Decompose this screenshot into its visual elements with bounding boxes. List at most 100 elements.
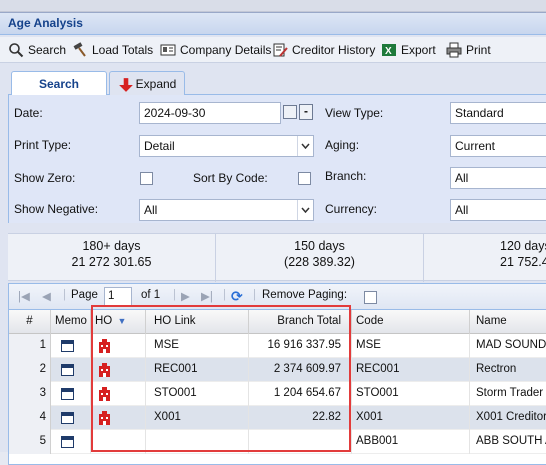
- table-row[interactable]: 5 ABB001 ABB SOUTH AF: [9, 430, 546, 454]
- head-office-icon: [99, 387, 110, 401]
- table-row[interactable]: 2 REC001 2 374 609.97 REC001 Rectron: [9, 358, 546, 382]
- memo-icon[interactable]: [61, 364, 74, 376]
- pager-separator: |: [173, 289, 176, 301]
- view-type-select[interactable]: Standard: [450, 102, 546, 124]
- show-zero-label: Show Zero:: [14, 171, 76, 185]
- refresh-icon[interactable]: ⟳: [231, 288, 243, 305]
- creditor-history-button[interactable]: Creditor History: [272, 41, 375, 59]
- memo-cell[interactable]: [51, 358, 91, 382]
- calendar-icon[interactable]: [283, 105, 297, 119]
- last-page-icon[interactable]: ▶|: [201, 289, 213, 303]
- currency-label: Currency:: [325, 202, 378, 216]
- show-zero-checkbox[interactable]: [140, 172, 153, 185]
- branch-total-cell: 22.82: [249, 406, 352, 430]
- memo-cell[interactable]: [51, 406, 91, 430]
- date-field[interactable]: 2024-09-30: [139, 102, 281, 124]
- ho-cell: [91, 382, 146, 406]
- aging-label: Aging:: [325, 138, 360, 152]
- sort-by-code-label: Sort By Code:: [193, 171, 268, 185]
- sort-desc-icon: ▼: [117, 316, 127, 326]
- currency-select[interactable]: All: [450, 199, 546, 221]
- memo-cell[interactable]: [51, 430, 91, 454]
- code-cell: ABB001: [352, 430, 470, 454]
- memo-icon[interactable]: [61, 388, 74, 400]
- column-header-code[interactable]: Code: [352, 310, 470, 334]
- branch-select[interactable]: All: [450, 167, 546, 189]
- table-row[interactable]: 4 X001 22.82 X001 X001 Creditor: [9, 406, 546, 430]
- memo-icon[interactable]: [61, 436, 74, 448]
- row-number: 1: [9, 334, 51, 358]
- panel-title: Age Analysis: [0, 13, 546, 35]
- ho-cell: [91, 334, 146, 358]
- age-analysis-panel: Age Analysis Search Load Totals Company …: [0, 12, 546, 465]
- summary-150-days: 150 days (228 389.32): [216, 234, 424, 282]
- paging-toolbar: |◀ ◀ | Page 1 of 1 | ▶ ▶| | ⟳ | Remove P…: [9, 284, 546, 310]
- pager-separator: |: [223, 289, 226, 301]
- creditor-history-button-label: Creditor History: [292, 43, 376, 57]
- first-page-icon[interactable]: |◀: [18, 289, 30, 303]
- toolbar: Search Load Totals Company Details Credi…: [0, 37, 546, 63]
- aging-select[interactable]: Current: [450, 135, 546, 157]
- clear-date-button[interactable]: -: [299, 104, 313, 120]
- page-number-input[interactable]: 1: [104, 287, 132, 306]
- remove-paging-checkbox[interactable]: [364, 291, 377, 304]
- tab-strip: Search Expand: [8, 71, 546, 95]
- tab-expand[interactable]: Expand: [109, 71, 185, 95]
- chevron-down-icon[interactable]: [297, 200, 313, 220]
- ho-link-cell: X001: [146, 406, 249, 430]
- name-cell: Rectron: [470, 358, 546, 382]
- memo-icon[interactable]: [61, 412, 74, 424]
- print-type-label: Print Type:: [14, 138, 72, 152]
- column-header-number[interactable]: #: [9, 310, 51, 334]
- column-header-branch-total[interactable]: Branch Total: [249, 310, 352, 334]
- export-button[interactable]: X Export: [381, 41, 436, 59]
- summary-label: 120 days: [500, 239, 546, 253]
- table-row[interactable]: 3 STO001 1 204 654.67 STO001 Storm Trade…: [9, 382, 546, 406]
- print-type-select[interactable]: Detail: [139, 135, 314, 157]
- branch-total-cell: [249, 430, 352, 454]
- ho-cell: [91, 406, 146, 430]
- ho-link-cell: STO001: [146, 382, 249, 406]
- summary-value: (228 389.32): [284, 255, 355, 269]
- prev-page-icon[interactable]: ◀: [42, 289, 51, 303]
- company-details-button[interactable]: Company Details: [160, 41, 271, 59]
- date-value: 2024-09-30: [144, 106, 206, 120]
- chevron-down-icon[interactable]: [297, 136, 313, 156]
- table-row[interactable]: 1 MSE 16 916 337.95 MSE MAD SOUND E: [9, 334, 546, 358]
- column-header-memo[interactable]: Memo: [51, 310, 91, 334]
- column-header-ho-link[interactable]: HO Link: [146, 310, 249, 334]
- page-number-value: 1: [108, 290, 115, 302]
- remove-paging-label: Remove Paging:: [262, 289, 348, 301]
- arrow-down-icon: [118, 77, 133, 92]
- load-totals-button[interactable]: Load Totals: [72, 41, 153, 59]
- head-office-icon: [99, 363, 110, 377]
- print-button-label: Print: [466, 43, 491, 57]
- code-cell: X001: [352, 406, 470, 430]
- name-cell: ABB SOUTH AF: [470, 430, 546, 454]
- pager-separator: |: [63, 289, 66, 301]
- show-negative-select[interactable]: All: [139, 199, 314, 221]
- printer-icon: [446, 42, 462, 58]
- branch-value: All: [455, 171, 469, 185]
- company-details-button-label: Company Details: [180, 43, 272, 57]
- branch-label: Branch:: [325, 169, 367, 183]
- code-cell: REC001: [352, 358, 470, 382]
- branch-total-cell: 16 916 337.95: [249, 334, 352, 358]
- page-label: Page: [71, 289, 98, 301]
- tab-search[interactable]: Search: [11, 71, 107, 95]
- memo-cell[interactable]: [51, 382, 91, 406]
- column-header-ho[interactable]: HO ▼: [91, 310, 146, 334]
- search-button[interactable]: Search: [8, 41, 66, 59]
- print-button[interactable]: Print: [446, 41, 491, 59]
- memo-icon[interactable]: [61, 340, 74, 352]
- print-type-value: Detail: [144, 139, 175, 153]
- next-page-icon[interactable]: ▶: [181, 289, 190, 303]
- svg-text:X: X: [385, 46, 392, 57]
- ho-link-cell: REC001: [146, 358, 249, 382]
- load-totals-button-label: Load Totals: [92, 43, 154, 57]
- sort-by-code-checkbox[interactable]: [298, 172, 311, 185]
- column-header-name[interactable]: Name: [470, 310, 546, 334]
- memo-cell[interactable]: [51, 334, 91, 358]
- head-office-icon: [99, 339, 110, 353]
- branch-total-cell: 1 204 654.67: [249, 382, 352, 406]
